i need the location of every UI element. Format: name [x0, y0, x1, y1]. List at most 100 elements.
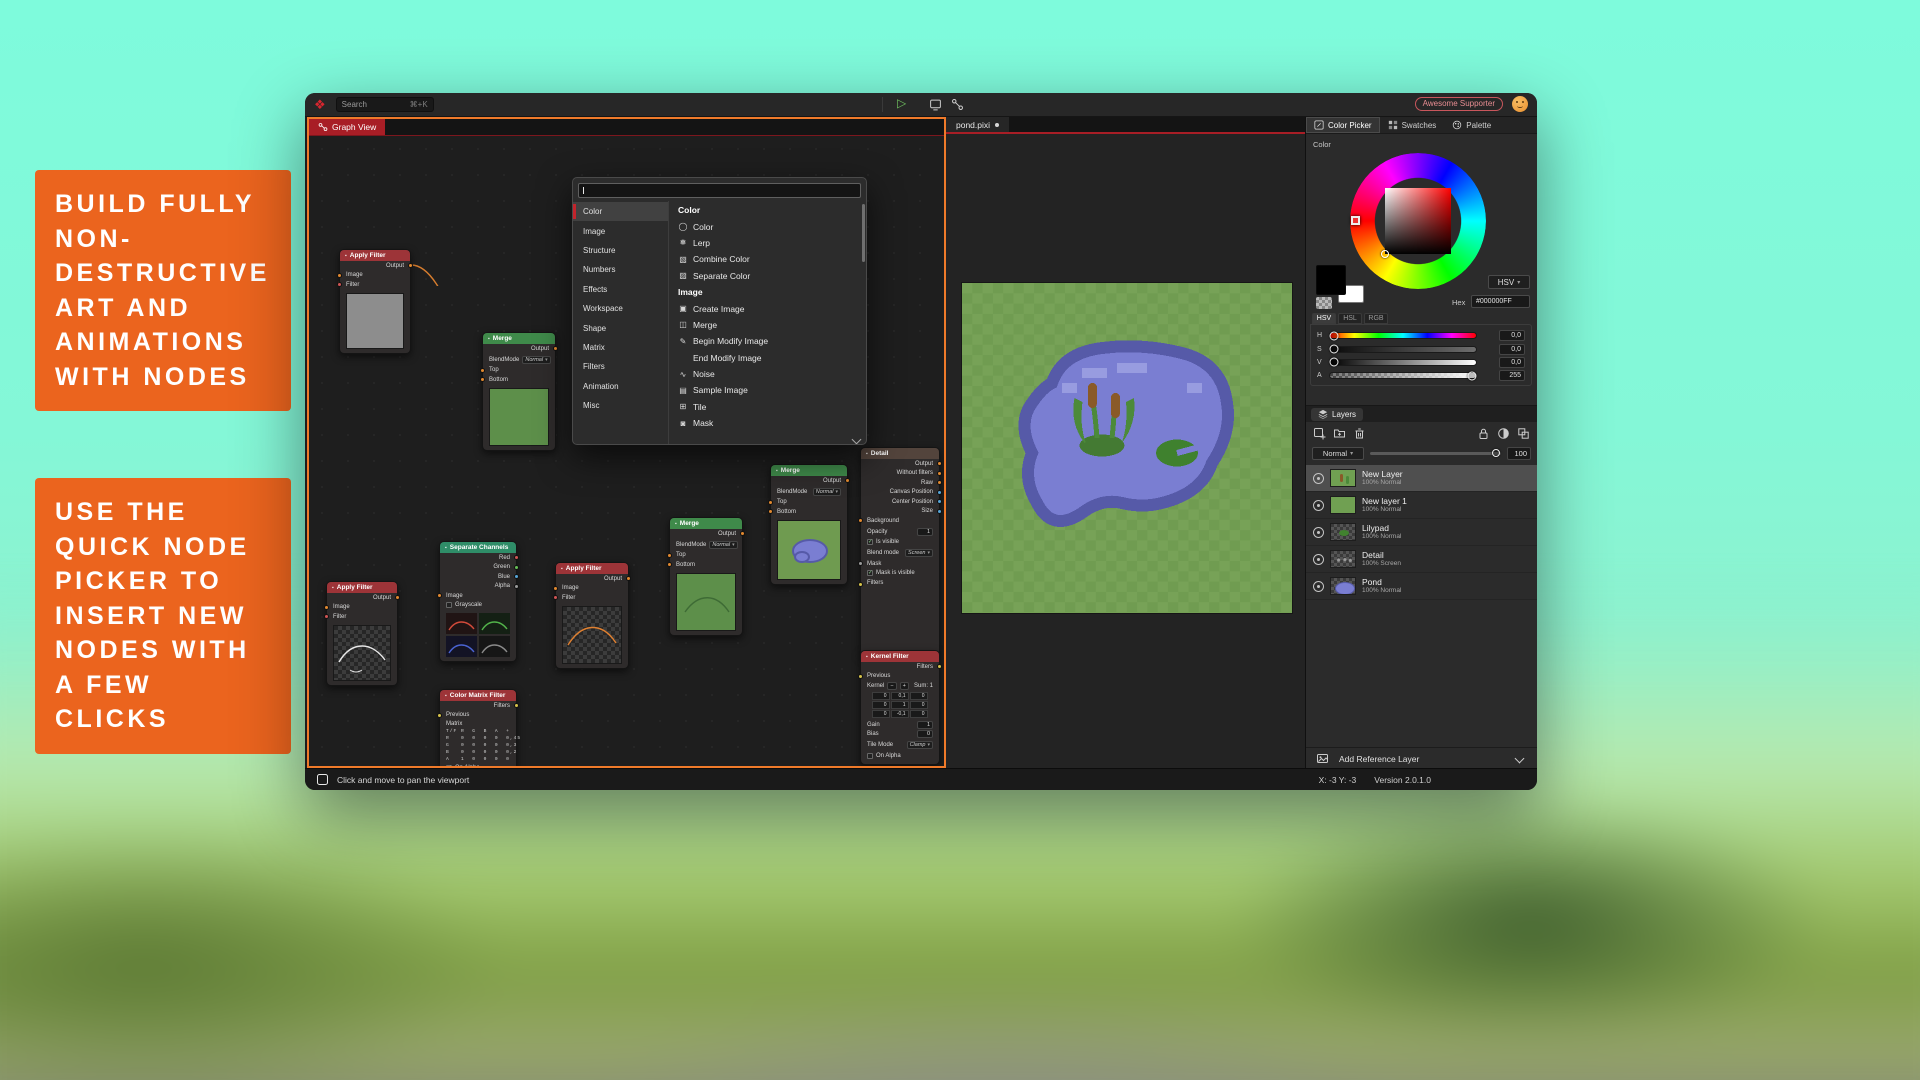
on-alpha-checkbox[interactable] [867, 753, 873, 759]
size-port[interactable] [937, 509, 942, 514]
red-output-port[interactable] [514, 555, 519, 560]
raw-port[interactable] [937, 480, 942, 485]
top-input-port[interactable] [768, 500, 773, 505]
tab-pond-pixi[interactable]: pond.pixi [946, 117, 1009, 132]
layer-thumbnail[interactable] [1330, 469, 1356, 487]
tab-palette[interactable]: Palette [1444, 117, 1499, 133]
global-search-input[interactable]: Search ⌘+K [336, 97, 434, 112]
node-graph-canvas[interactable]: ▪Apply Filter Output Image Filter ▪Merge… [309, 136, 944, 766]
lock-transparency-button[interactable] [1477, 427, 1490, 440]
mode-tab-hsv[interactable]: HSV [1312, 313, 1336, 324]
matrix-row-g[interactable]: G 0 0 0 0 0,3 [440, 742, 516, 749]
picker-item-separate-color[interactable]: ▨Separate Color [678, 268, 856, 284]
add-reference-layer-row[interactable]: Add Reference Layer [1306, 747, 1537, 769]
kernel-cell[interactable]: 0 [910, 710, 928, 718]
category-color[interactable]: Color [573, 202, 668, 221]
filter-input-port[interactable] [324, 614, 329, 619]
alpha-slider[interactable] [1329, 372, 1477, 379]
filter-input-port[interactable] [553, 595, 558, 600]
layer-visibility-toggle[interactable] [1313, 473, 1324, 484]
output-port[interactable] [408, 263, 413, 268]
tile-mode-select[interactable]: Clamp▾ [907, 741, 933, 749]
category-animation[interactable]: Animation [573, 377, 668, 396]
node-merge-3[interactable]: ▪Merge Output BlendMode Normal▾ Top Bott… [770, 464, 848, 585]
color-model-select[interactable]: HSV ▾ [1488, 275, 1530, 289]
node-kernel-filter[interactable]: ▪Kernel Filter Filters Previous Kernel −… [860, 650, 940, 765]
node-picker-search-input[interactable] [578, 183, 861, 198]
filters-output-port[interactable] [937, 664, 942, 669]
picker-item-begin-modify-image[interactable]: ✎Begin Modify Image [678, 333, 856, 349]
bottom-input-port[interactable] [667, 562, 672, 567]
node-graph-icon[interactable] [951, 98, 964, 111]
mode-tab-rgb[interactable]: RGB [1364, 313, 1388, 324]
kernel-cell[interactable]: 0,1 [891, 692, 909, 700]
previous-input-port[interactable] [437, 713, 442, 718]
layer-row-new-layer-1[interactable]: New layer 1100% Normal [1306, 492, 1537, 519]
tab-swatches[interactable]: Swatches [1380, 117, 1445, 133]
picker-item-lerp[interactable]: ❅Lerp [678, 235, 856, 251]
layer-visibility-toggle[interactable] [1313, 500, 1324, 511]
layer-opacity-slider[interactable] [1370, 452, 1501, 455]
play-button[interactable]: ▷ [897, 96, 906, 110]
layer-row-lilypad[interactable]: Lilypad100% Normal [1306, 519, 1537, 546]
layer-thumbnail[interactable] [1330, 577, 1356, 595]
blendmode-select[interactable]: Normal▾ [522, 356, 550, 364]
node-detail-layer[interactable]: ▪Detail Output Without filters Raw Canva… [860, 447, 940, 656]
filter-input-port[interactable] [337, 282, 342, 287]
canvas-position-port[interactable] [937, 490, 942, 495]
picker-item-end-modify-image[interactable]: End Modify Image [678, 350, 856, 366]
pan-tool-icon[interactable] [317, 774, 328, 785]
image-input-port[interactable] [337, 273, 342, 278]
category-misc[interactable]: Misc [573, 396, 668, 415]
layer-opacity-value[interactable]: 100 [1507, 447, 1531, 460]
merge-layers-button[interactable] [1517, 427, 1530, 440]
kernel-cell[interactable]: 1 [891, 701, 909, 709]
filters-input-port[interactable] [858, 582, 863, 587]
node-apply-filter-3[interactable]: ▪Apply Filter Output Image Filter [555, 562, 629, 669]
node-merge-1[interactable]: ▪Merge Output BlendMode Normal▾ Top Bott… [482, 332, 556, 451]
picker-item-combine-color[interactable]: ▧Combine Color [678, 251, 856, 267]
opacity-slider-thumb[interactable] [1492, 449, 1500, 457]
kernel-cell[interactable]: 0 [910, 692, 928, 700]
node-color-matrix-filter[interactable]: ▪Color Matrix Filter Filters Previous Ma… [439, 689, 517, 766]
layer-visibility-toggle[interactable] [1313, 554, 1324, 565]
kernel-grow-button[interactable]: + [900, 682, 909, 690]
new-folder-button[interactable] [1333, 427, 1346, 440]
layer-blend-select[interactable]: Normal ▾ [1312, 447, 1364, 460]
node-apply-filter-1[interactable]: ▪Apply Filter Output Image Filter [339, 249, 411, 354]
matrix-row-a[interactable]: A 1 0 0 0 0 [440, 756, 516, 763]
kernel-shrink-button[interactable]: − [887, 682, 896, 690]
mode-tab-hsl[interactable]: HSL [1338, 313, 1362, 324]
hue-ring-marker[interactable] [1351, 216, 1360, 225]
layer-row-detail[interactable]: Detail100% Screen [1306, 546, 1537, 573]
blue-output-port[interactable] [514, 574, 519, 579]
kernel-cell[interactable]: -0,1 [891, 710, 909, 718]
picker-item-tile[interactable]: ⊞Tile [678, 399, 856, 415]
user-avatar[interactable] [1512, 96, 1528, 112]
picker-item-merge[interactable]: ◫Merge [678, 317, 856, 333]
pixel-art-canvas[interactable] [962, 283, 1292, 613]
bottom-input-port[interactable] [768, 509, 773, 514]
layer-thumbnail[interactable] [1330, 550, 1356, 568]
value-slider-thumb[interactable] [1330, 358, 1339, 367]
tab-color-picker[interactable]: Color Picker [1306, 117, 1380, 133]
saturation-value[interactable]: 0,0 [1499, 344, 1525, 355]
saturation-slider[interactable] [1329, 346, 1477, 353]
kernel-cell[interactable]: 0 [872, 701, 890, 709]
new-layer-button[interactable] [1313, 427, 1326, 440]
opacity-input[interactable]: 1 [917, 528, 933, 536]
green-output-port[interactable] [514, 565, 519, 570]
center-position-port[interactable] [937, 499, 942, 504]
picker-item-create-image[interactable]: ▣Create Image [678, 300, 856, 316]
category-structure[interactable]: Structure [573, 241, 668, 260]
collapse-chevron-icon[interactable] [1515, 754, 1525, 764]
matrix-row-r[interactable]: R 0 0 0 0 0,45 [440, 735, 516, 742]
category-numbers[interactable]: Numbers [573, 260, 668, 279]
hue-slider[interactable] [1329, 332, 1477, 339]
layer-visibility-toggle[interactable] [1313, 581, 1324, 592]
node-separate-channels[interactable]: ▪Separate Channels Red Green Blue Alpha … [439, 541, 517, 662]
is-visible-checkbox[interactable] [867, 539, 873, 545]
picker-item-mask[interactable]: ◙Mask [678, 415, 856, 431]
output-port[interactable] [845, 478, 850, 483]
top-input-port[interactable] [667, 553, 672, 558]
